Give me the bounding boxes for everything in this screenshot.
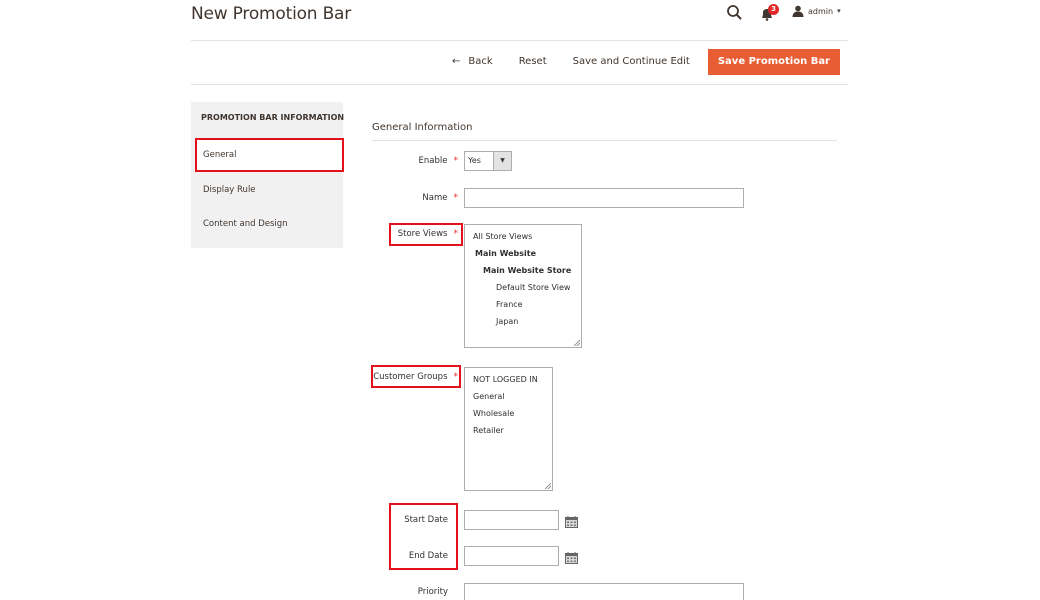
user-name: admin	[808, 6, 834, 16]
customer-group-option[interactable]: Wholesale	[465, 405, 552, 422]
customer-group-option[interactable]: General	[465, 388, 552, 405]
required-mark: *	[453, 156, 459, 166]
chevron-down-icon: ▼	[493, 152, 511, 170]
store-view-option[interactable]: Main Website Store	[465, 262, 581, 279]
header-divider	[191, 40, 848, 41]
required-mark: *	[453, 372, 459, 382]
enable-label-text: Enable	[418, 156, 448, 166]
customer-groups-label: Customer Groups *	[373, 372, 458, 382]
customer-group-option[interactable]: NOT LOGGED IN	[465, 371, 552, 388]
store-views-multiselect[interactable]: All Store Views Main Website Main Websit…	[464, 224, 582, 348]
sidebar-item-content-and-design[interactable]: Content and Design	[191, 207, 343, 241]
toolbar-divider	[191, 84, 848, 85]
sidebar: PROMOTION BAR INFORMATION General Displa…	[191, 102, 345, 248]
back-label: Back	[468, 56, 493, 67]
section-divider	[372, 140, 837, 141]
required-mark: *	[453, 193, 459, 203]
end-date-label: End Date	[408, 551, 448, 561]
store-views-label-text: Store Views	[397, 229, 448, 239]
sidebar-item-general[interactable]: General	[195, 138, 344, 172]
arrow-left-icon: ←	[452, 56, 461, 67]
notification-badge: 3	[768, 4, 779, 15]
sidebar-title: PROMOTION BAR INFORMATION	[201, 113, 345, 122]
name-label-text: Name	[422, 193, 448, 203]
user-icon	[792, 5, 804, 17]
chevron-down-icon: ▾	[837, 7, 841, 15]
start-date-label: Start Date	[404, 515, 448, 525]
store-view-option[interactable]: France	[465, 296, 581, 313]
resize-handle[interactable]	[545, 483, 551, 489]
sidebar-item-display-rule[interactable]: Display Rule	[191, 173, 343, 207]
section-title: General Information	[372, 122, 473, 133]
resize-handle[interactable]	[574, 340, 580, 346]
start-date-input[interactable]	[464, 510, 559, 530]
customer-group-option[interactable]: Retailer	[465, 422, 552, 439]
reset-button[interactable]: Reset	[506, 49, 560, 75]
page-actions-toolbar: ← Back Reset Save and Continue Edit Save …	[439, 49, 840, 75]
name-input[interactable]	[464, 188, 744, 208]
store-views-label: Store Views *	[398, 229, 458, 239]
required-mark: *	[453, 229, 459, 239]
priority-label: Priority	[417, 587, 448, 597]
page-title: New Promotion Bar	[191, 4, 352, 24]
calendar-icon[interactable]	[565, 549, 578, 564]
enable-label: Enable *	[419, 156, 458, 166]
store-view-option[interactable]: Japan	[465, 313, 581, 330]
customer-groups-multiselect[interactable]: NOT LOGGED IN General Wholesale Retailer	[464, 367, 553, 491]
save-and-continue-button[interactable]: Save and Continue Edit	[560, 49, 703, 75]
save-promotion-bar-button[interactable]: Save Promotion Bar	[707, 49, 840, 75]
store-view-option[interactable]: All Store Views	[465, 228, 581, 245]
enable-select-value: Yes	[468, 156, 481, 165]
name-label: Name *	[422, 193, 458, 203]
priority-input[interactable]	[464, 583, 744, 600]
end-date-input[interactable]	[464, 546, 559, 566]
back-button[interactable]: ← Back	[439, 49, 506, 75]
user-menu[interactable]: admin ▾	[792, 5, 841, 17]
enable-select[interactable]: Yes ▼	[464, 151, 512, 171]
notifications-button[interactable]: 3	[760, 4, 780, 22]
store-view-option[interactable]: Default Store View	[465, 279, 581, 296]
store-view-option[interactable]: Main Website	[465, 245, 581, 262]
search-icon[interactable]	[726, 4, 744, 22]
customer-groups-label-text: Customer Groups	[373, 372, 448, 382]
calendar-icon[interactable]	[565, 513, 578, 528]
